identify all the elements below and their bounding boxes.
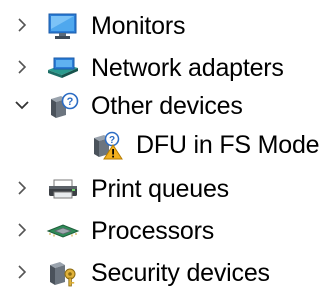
tree-item-network-adapters[interactable]: Network adapters (0, 50, 333, 86)
network-adapter-icon (46, 53, 80, 83)
tree-item-dfu-in-fs-mode[interactable]: ? DFU in FS Mode (0, 127, 333, 163)
tree-item-label: Print queues (91, 175, 229, 203)
tree-item-other-devices[interactable]: ? Other devices (0, 88, 333, 124)
processor-icon (46, 216, 80, 246)
tree-item-label: Processors (91, 217, 215, 245)
tree-item-print-queues[interactable]: Print queues (0, 171, 333, 207)
printer-icon (46, 174, 80, 204)
chevron-right-icon[interactable] (14, 59, 30, 75)
chevron-right-icon[interactable] (14, 264, 30, 280)
tree-item-processors[interactable]: Processors (0, 213, 333, 249)
svg-text:?: ? (67, 96, 74, 108)
unknown-device-warning-icon: ? (91, 130, 125, 160)
tree-item-monitors[interactable]: Monitors (0, 8, 333, 44)
chevron-right-icon[interactable] (14, 17, 30, 33)
chevron-right-icon[interactable] (14, 222, 30, 238)
tree-item-label: DFU in FS Mode (136, 131, 320, 159)
device-tree: Monitors Network adapters ? Other device… (0, 0, 333, 288)
svg-text:?: ? (109, 135, 115, 146)
security-device-icon (46, 258, 80, 288)
tree-item-label: Network adapters (91, 54, 284, 82)
tree-item-label: Security devices (91, 259, 270, 287)
chevron-right-icon[interactable] (14, 180, 30, 196)
unknown-device-icon: ? (46, 91, 80, 121)
tree-item-label: Monitors (91, 12, 186, 40)
chevron-down-icon[interactable] (14, 97, 30, 113)
tree-item-label: Other devices (91, 92, 243, 120)
monitor-icon (46, 11, 80, 41)
